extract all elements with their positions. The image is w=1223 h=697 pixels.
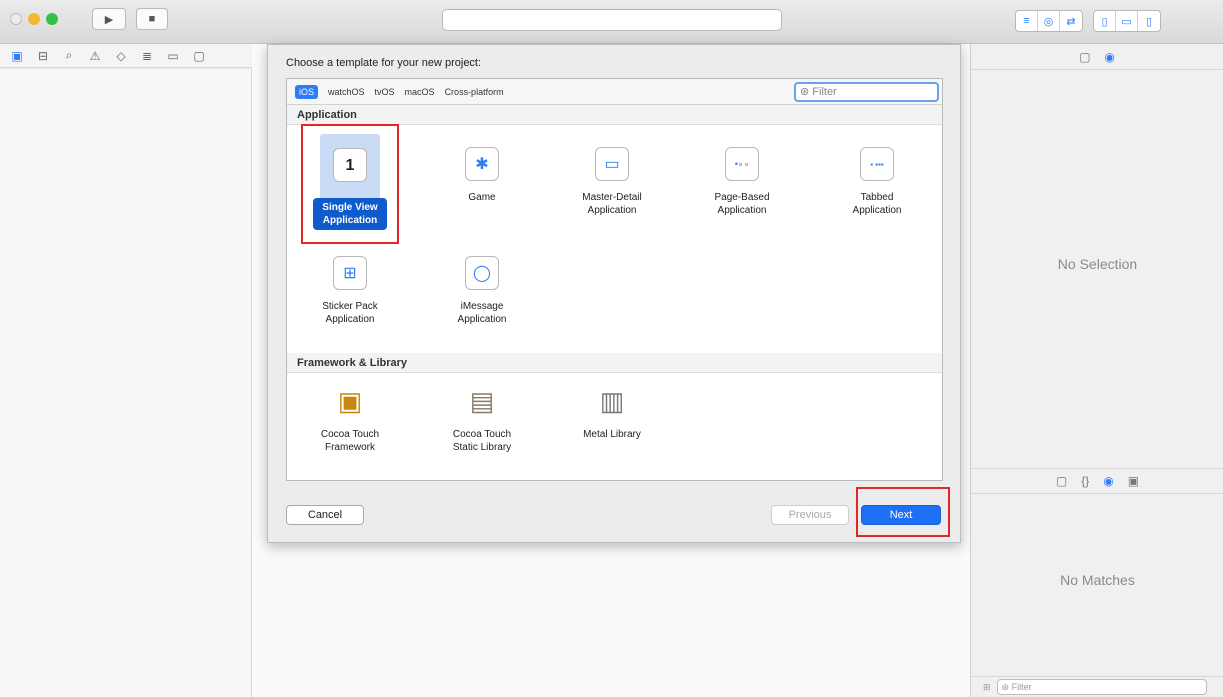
template-master-detail-application[interactable]: ▭ Master-Detail Application [562,147,662,217]
cancel-button[interactable]: Cancel [286,505,364,525]
view-toggle-segment[interactable]: ▯ ▭ ▯ [1093,10,1161,32]
template-filter-input[interactable]: ⊛ Filter [794,82,939,102]
grid-view-icon[interactable]: ⊞ [983,682,991,693]
search-icon[interactable]: ⌕ [62,48,76,63]
standard-editor-icon[interactable]: ≡ [1016,11,1038,31]
template-cocoa-touch-static-library[interactable]: ▤ Cocoa Touch Static Library [432,384,532,454]
utilities-toggle-icon[interactable]: ▯ [1138,11,1160,31]
tab-ios[interactable]: iOS [295,84,319,99]
template-page-based-application[interactable]: •∘∘ Page-Based Application [692,147,792,217]
template-cocoa-touch-framework[interactable]: ▣ Cocoa Touch Framework [300,384,400,454]
template-label: iMessage Application [457,301,507,325]
zoom-window-icon[interactable] [46,13,58,25]
template-game[interactable]: ✱ Game [432,147,532,204]
inspector-tabs: ▢ ◉ [971,44,1223,70]
master-detail-icon: ▭ [595,147,629,181]
section-application: Application [287,105,942,125]
tab-tvos[interactable]: tvOS [375,87,395,97]
play-icon: ▶ [104,13,114,26]
new-project-sheet: Choose a template for your new project: … [267,44,961,543]
tab-watchos[interactable]: watchOS [328,87,365,97]
file-inspector-icon[interactable]: ▢ [1079,50,1090,64]
template-label: Page-Based Application [714,192,770,216]
stop-button[interactable]: ■ [136,8,168,30]
library-filter-input[interactable]: ⊛ Filter [996,679,1207,695]
navigator-tab-bar: ▣ ⊟ ⌕ ⚠ ◇ ≣ ▭ ▢ [0,44,265,68]
library-tabs: ▢ {} ◉ ▣ [971,468,1223,494]
quick-help-icon[interactable]: ◉ [1104,50,1114,64]
tabbed-icon: ▪ ▪▪▪ [860,147,894,181]
next-button-highlight-box [856,487,950,537]
warning-icon[interactable]: ⚠ [88,49,102,63]
template-label: Tabbed Application [852,192,902,216]
editor-mode-segment[interactable]: ≡ ◎ ⇄ [1015,10,1083,32]
template-tabbed-application[interactable]: ▪ ▪▪▪ Tabbed Application [827,147,927,217]
hierarchy-icon[interactable]: ⊟ [36,49,50,63]
previous-button[interactable]: Previous [771,505,849,525]
section-framework-library: Framework & Library [287,353,942,373]
single-view-highlight-box [301,124,399,244]
no-matches-label: No Matches [1060,572,1135,588]
assistant-editor-icon[interactable]: ◎ [1038,11,1060,31]
debug-icon[interactable]: ≣ [140,49,154,63]
window-toolbar: ▶ ■ ≡ ◎ ⇄ ▯ ▭ ▯ [0,0,1223,44]
template-sticker-pack-application[interactable]: ⊞ Sticker Pack Application [300,256,400,326]
template-label: Game [468,192,496,203]
no-selection-label: No Selection [1057,256,1138,272]
sticker-pack-icon: ⊞ [333,256,367,290]
folder-icon[interactable]: ▣ [10,49,24,63]
activity-viewer [442,9,782,31]
toolbox-icon: ▣ [333,384,367,418]
version-editor-icon[interactable]: ⇄ [1060,11,1082,31]
library-building-icon: ▤ [465,384,499,418]
template-label: Master-Detail Application [582,192,642,216]
close-window-icon[interactable] [10,13,22,25]
tab-macos[interactable]: macOS [405,87,435,97]
template-label: Metal Library [583,429,641,440]
report-icon[interactable]: ▢ [192,49,206,63]
media-library-icon[interactable]: ▣ [1128,474,1139,488]
sheet-title: Choose a template for your new project: [286,57,482,69]
breakpoint-icon[interactable]: ▭ [166,49,180,63]
imessage-icon: ◯ [465,256,499,290]
template-metal-library[interactable]: ▥ Metal Library [562,384,662,441]
minimize-window-icon[interactable] [28,13,40,25]
template-label: Sticker Pack Application [322,301,378,325]
tab-cross-platform[interactable]: Cross-platform [445,87,504,97]
test-icon[interactable]: ◇ [114,49,128,63]
inspector-pane: ▢ ◉ No Selection ▢ {} ◉ ▣ No Matches ⊞ ⊛… [970,44,1223,697]
metal-library-icon: ▥ [595,384,629,418]
navigator-toggle-icon[interactable]: ▯ [1094,11,1116,31]
library-filter-bar: ⊞ ⊛ Filter [971,676,1223,697]
object-library-icon[interactable]: ◉ [1103,474,1113,488]
stop-icon: ■ [148,13,156,25]
template-label: Cocoa Touch Framework [320,429,380,453]
game-icon: ✱ [465,147,499,181]
template-imessage-application[interactable]: ◯ iMessage Application [432,256,532,326]
template-label: Cocoa Touch Static Library [452,429,512,453]
code-snippet-icon[interactable]: {} [1081,474,1089,488]
page-based-icon: •∘∘ [725,147,759,181]
file-template-icon[interactable]: ▢ [1056,474,1067,488]
debug-area-toggle-icon[interactable]: ▭ [1116,11,1138,31]
navigator-pane [0,69,252,697]
run-button[interactable]: ▶ [92,8,126,30]
